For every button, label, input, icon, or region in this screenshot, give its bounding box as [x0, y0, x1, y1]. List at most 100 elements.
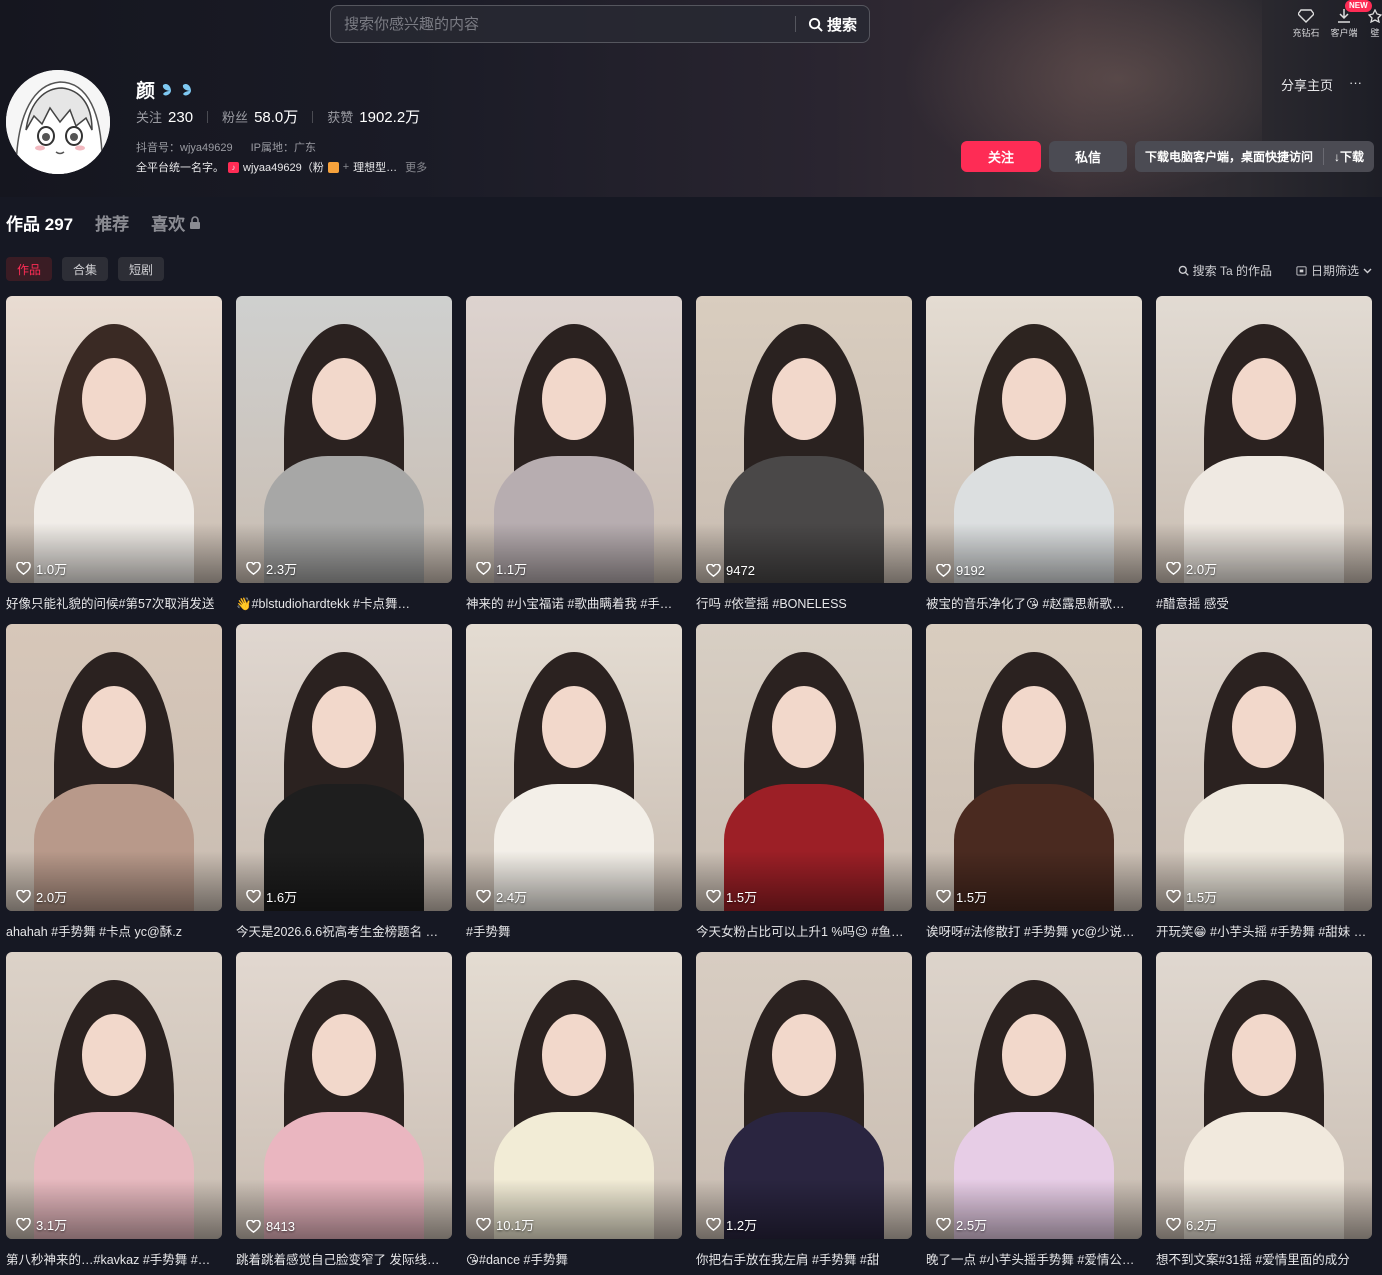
- video-card[interactable]: 1.5万开玩笑😁 #小芋头摇 #手势舞 #甜妹 …: [1156, 624, 1372, 952]
- date-filter-button[interactable]: 日期筛选: [1296, 262, 1372, 279]
- video-thumbnail[interactable]: 2.5万: [926, 952, 1142, 1239]
- video-caption[interactable]: 👋#blstudiohardtekk #卡点舞…: [236, 593, 452, 612]
- face-shape: [1232, 686, 1296, 768]
- search-input[interactable]: [331, 15, 795, 33]
- video-thumbnail[interactable]: 2.0万: [6, 624, 222, 911]
- download-client-button[interactable]: 下载电脑客户端，桌面快捷访问 ↓下载: [1134, 141, 1374, 172]
- video-thumbnail[interactable]: 1.5万: [926, 624, 1142, 911]
- video-caption[interactable]: 跳着跳着感觉自己脸变窄了 发际线…: [236, 1249, 452, 1268]
- face-shape: [82, 686, 146, 768]
- like-count: 1.6万: [246, 887, 297, 906]
- video-card[interactable]: 1.5万今天女粉占比可以上升1 %吗😉 #鱼…: [696, 624, 912, 952]
- video-thumbnail[interactable]: 6.2万: [1156, 952, 1372, 1239]
- search-works-button[interactable]: 搜索 Ta 的作品: [1178, 262, 1272, 279]
- heart-icon: [16, 1218, 31, 1231]
- video-caption[interactable]: 你把右手放在我左肩 #手势舞 #甜: [696, 1249, 912, 1268]
- video-thumbnail[interactable]: 1.1万: [466, 296, 682, 583]
- video-card[interactable]: 1.2万你把右手放在我左肩 #手势舞 #甜: [696, 952, 912, 1275]
- video-thumbnail[interactable]: 2.3万: [236, 296, 452, 583]
- video-card[interactable]: 6.2万想不到文案#31摇 #爱情里面的成分: [1156, 952, 1372, 1275]
- video-card[interactable]: 9472 行吗 #依萱摇 #BONELESS: [696, 296, 912, 624]
- video-caption[interactable]: 神来的 #小宝福诺 #歌曲瞒着我 #手…: [466, 593, 682, 612]
- video-caption[interactable]: 晚了一点 #小芋头摇手势舞 #爱情公…: [926, 1249, 1142, 1268]
- video-thumbnail[interactable]: 3.1万: [6, 952, 222, 1239]
- video-thumbnail[interactable]: 1.6万: [236, 624, 452, 911]
- face-shape: [312, 686, 376, 768]
- heart-icon: [936, 564, 951, 577]
- lock-icon: [190, 215, 201, 229]
- video-card[interactable]: 2.5万晚了一点 #小芋头摇手势舞 #爱情公…: [926, 952, 1142, 1275]
- video-caption[interactable]: 好像只能礼貌的问候#第57次取消发送: [6, 593, 222, 612]
- video-card[interactable]: 2.3万 👋#blstudiohardtekk #卡点舞…: [236, 296, 452, 624]
- video-thumbnail[interactable]: 1.0万: [6, 296, 222, 583]
- ip-location: IP属地：广东: [250, 142, 316, 154]
- subtab-short-drama[interactable]: 短剧: [118, 257, 165, 281]
- heart-icon: [1166, 562, 1181, 575]
- video-thumbnail[interactable]: 9472: [696, 296, 912, 583]
- face-shape: [312, 1014, 376, 1096]
- video-caption[interactable]: 想不到文案#31摇 #爱情里面的成分: [1156, 1249, 1372, 1268]
- video-caption[interactable]: ahahah #手势舞 #卡点 yc@酥.z: [6, 921, 222, 940]
- message-button[interactable]: 私信: [1048, 141, 1127, 172]
- diamond-icon: [1298, 9, 1314, 23]
- video-card[interactable]: 1.0万好像只能礼貌的问候#第57次取消发送: [6, 296, 222, 624]
- video-thumbnail[interactable]: 8413: [236, 952, 452, 1239]
- content-subtabs: 作品 合集 短剧: [6, 257, 165, 281]
- video-card[interactable]: 2.4万 #手势舞: [466, 624, 682, 952]
- video-thumbnail[interactable]: 10.1万: [466, 952, 682, 1239]
- like-count: 6.2万: [1166, 1215, 1217, 1234]
- video-caption[interactable]: 今天是2026.6.6祝高考生金榜题名 …: [236, 921, 452, 940]
- video-thumbnail[interactable]: 1.5万: [1156, 624, 1372, 911]
- video-caption[interactable]: 被宝的音乐净化了😘 #赵露思新歌…: [926, 593, 1142, 612]
- like-count: 2.0万: [16, 887, 67, 906]
- video-thumbnail[interactable]: 1.2万: [696, 952, 912, 1239]
- heart-icon: [476, 890, 491, 903]
- video-card[interactable]: 2.0万 #醋意摇 感受: [1156, 296, 1372, 624]
- likes-stat: 获赞 1902.2万: [327, 109, 421, 126]
- video-caption[interactable]: #醋意摇 感受: [1156, 593, 1372, 612]
- video-card[interactable]: 1.6万今天是2026.6.6祝高考生金榜题名 …: [236, 624, 452, 952]
- badge-icon: [327, 161, 339, 173]
- tool-client[interactable]: NEW 客户端: [1330, 0, 1372, 39]
- subtab-collections[interactable]: 合集: [62, 257, 109, 281]
- search-icon: [808, 17, 823, 32]
- fans-stat[interactable]: 粉丝 58.0万: [222, 106, 298, 127]
- video-thumbnail[interactable]: 2.4万: [466, 624, 682, 911]
- video-thumbnail[interactable]: 1.5万: [696, 624, 912, 911]
- video-card[interactable]: 1.5万诶呀呀#法修散打 #手势舞 yc@少说…: [926, 624, 1142, 952]
- like-count: 1.5万: [1166, 887, 1217, 906]
- following-stat[interactable]: 关注 230: [136, 107, 193, 126]
- bio-more-link[interactable]: 更多: [405, 159, 427, 175]
- follow-button[interactable]: 关注: [960, 141, 1041, 172]
- video-caption[interactable]: 诶呀呀#法修散打 #手势舞 yc@少说…: [926, 921, 1142, 940]
- more-options-button[interactable]: ···: [1349, 75, 1362, 94]
- video-card[interactable]: 9192 被宝的音乐净化了😘 #赵露思新歌…: [926, 296, 1142, 624]
- face-shape: [1002, 1014, 1066, 1096]
- video-caption[interactable]: #手势舞: [466, 921, 682, 940]
- video-thumbnail[interactable]: 2.0万: [1156, 296, 1372, 583]
- video-thumbnail[interactable]: 9192: [926, 296, 1142, 583]
- video-card[interactable]: 1.1万神来的 #小宝福诺 #歌曲瞒着我 #手…: [466, 296, 682, 624]
- share-profile-button[interactable]: 分享主页: [1281, 75, 1333, 94]
- video-card[interactable]: 2.0万 ahahah #手势舞 #卡点 yc@酥.z: [6, 624, 222, 952]
- video-caption[interactable]: 第八秒神来的…#kavkaz #手势舞 #…: [6, 1249, 222, 1268]
- video-card[interactable]: 3.1万第八秒神来的…#kavkaz #手势舞 #…: [6, 952, 222, 1275]
- video-card[interactable]: 8413 跳着跳着感觉自己脸变窄了 发际线…: [236, 952, 452, 1275]
- search-button[interactable]: 搜索: [796, 6, 869, 42]
- video-caption[interactable]: 😘#dance #手势舞: [466, 1249, 682, 1268]
- video-caption[interactable]: 行吗 #依萱摇 #BONELESS: [696, 593, 912, 612]
- tab-works[interactable]: 作品 297: [6, 210, 73, 235]
- video-caption[interactable]: 今天女粉占比可以上升1 %吗😉 #鱼…: [696, 921, 912, 940]
- video-caption[interactable]: 开玩笑😁 #小芋头摇 #手势舞 #甜妹 …: [1156, 921, 1372, 940]
- tool-wallpaper[interactable]: 壁: [1368, 6, 1382, 39]
- tab-liked[interactable]: 喜欢: [151, 210, 201, 235]
- profile-page: 搜索 充钻石 NEW 客户端 壁 颜: [0, 0, 1382, 1275]
- video-card[interactable]: 10.1万 😘#dance #手势舞: [466, 952, 682, 1275]
- subtab-works[interactable]: 作品: [6, 257, 53, 281]
- heart-icon: [246, 562, 261, 575]
- avatar[interactable]: [6, 70, 110, 174]
- tool-diamond[interactable]: 充钻石: [1292, 6, 1320, 39]
- like-count: 1.5万: [936, 887, 987, 906]
- tab-recommend[interactable]: 推荐: [95, 210, 129, 235]
- face-shape: [542, 358, 606, 440]
